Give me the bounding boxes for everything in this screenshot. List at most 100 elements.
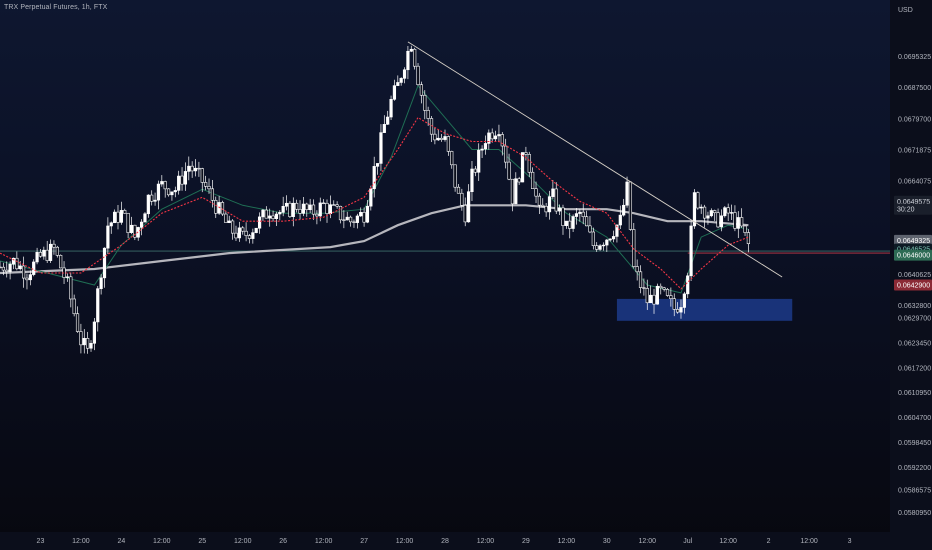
candle-body[interactable]: [446, 136, 450, 152]
candle-body[interactable]: [38, 252, 43, 257]
candle-body[interactable]: [328, 204, 332, 214]
candle-body[interactable]: [197, 167, 201, 170]
candle-body[interactable]: [500, 134, 504, 147]
candle-body[interactable]: [578, 211, 582, 214]
candle-body[interactable]: [237, 227, 241, 239]
candle-body[interactable]: [574, 213, 579, 217]
candle-body[interactable]: [96, 288, 100, 323]
candle-body[interactable]: [635, 266, 639, 273]
candle-body[interactable]: [82, 338, 86, 346]
candle-body[interactable]: [11, 257, 16, 265]
candle-body[interactable]: [564, 220, 568, 226]
candle-body[interactable]: [743, 225, 747, 233]
candle-body[interactable]: [584, 216, 589, 227]
candle-body[interactable]: [524, 152, 528, 155]
candle-body[interactable]: [740, 217, 744, 227]
candle-body[interactable]: [32, 261, 36, 275]
candle-body[interactable]: [719, 215, 724, 228]
candle-body[interactable]: [652, 294, 656, 305]
candle-body[interactable]: [480, 148, 484, 151]
candle-body[interactable]: [541, 204, 545, 207]
candle-body[interactable]: [649, 294, 653, 304]
candle-body[interactable]: [655, 285, 659, 305]
candle-body[interactable]: [15, 257, 19, 270]
candle-body[interactable]: [143, 213, 147, 223]
candle-body[interactable]: [224, 213, 228, 223]
candle-body[interactable]: [244, 230, 248, 236]
candle-body[interactable]: [554, 188, 558, 212]
candle-body[interactable]: [119, 210, 123, 223]
candle-body[interactable]: [284, 202, 289, 207]
candle-body[interactable]: [271, 215, 275, 219]
candle-body[interactable]: [416, 65, 420, 85]
candle-body[interactable]: [669, 295, 673, 299]
candle-body[interactable]: [52, 243, 56, 248]
candle-body[interactable]: [200, 168, 204, 183]
candle-body[interactable]: [605, 239, 609, 246]
candle-body[interactable]: [581, 211, 585, 218]
candle-body[interactable]: [45, 249, 49, 261]
candle-body[interactable]: [638, 271, 643, 288]
candle-body[interactable]: [517, 178, 521, 183]
candle-body[interactable]: [89, 342, 93, 349]
candle-body[interactable]: [241, 227, 245, 232]
candle-body[interactable]: [561, 207, 565, 226]
candle-body[interactable]: [618, 214, 622, 226]
candle-body[interactable]: [665, 289, 670, 296]
candle-body[interactable]: [450, 151, 454, 166]
candle-body[interactable]: [460, 192, 464, 206]
candle-body[interactable]: [628, 181, 633, 230]
candle-body[interactable]: [180, 175, 184, 185]
candle-body[interactable]: [163, 181, 167, 190]
candle-body[interactable]: [726, 207, 730, 214]
candle-body[interactable]: [443, 136, 447, 140]
candle-body[interactable]: [608, 238, 612, 241]
candle-body[interactable]: [551, 188, 555, 197]
descending-trend-line[interactable]: [407, 41, 783, 278]
candle-body[interactable]: [315, 213, 319, 217]
candle-body[interactable]: [116, 211, 120, 223]
candle-body[interactable]: [0, 266, 2, 269]
candle-body[interactable]: [382, 124, 386, 133]
candle-body[interactable]: [423, 94, 427, 111]
candle-body[interactable]: [537, 195, 541, 206]
candle-body[interactable]: [372, 166, 376, 190]
candle-body[interactable]: [531, 171, 535, 189]
candle-body[interactable]: [365, 205, 370, 223]
candle-body[interactable]: [187, 165, 191, 172]
candle-body[interactable]: [466, 191, 471, 223]
candle-body[interactable]: [170, 191, 174, 196]
candle-body[interactable]: [497, 134, 501, 137]
candle-body[interactable]: [510, 178, 515, 205]
candle-body[interactable]: [311, 204, 316, 215]
candle-body[interactable]: [362, 212, 366, 223]
candle-body[interactable]: [672, 298, 676, 310]
candle-body[interactable]: [65, 276, 70, 278]
candle-body[interactable]: [591, 231, 595, 246]
candle-body[interactable]: [440, 137, 444, 140]
candle-body[interactable]: [736, 217, 740, 229]
candle-body[interactable]: [338, 205, 343, 221]
candle-body[interactable]: [396, 82, 400, 86]
candle-body[interactable]: [234, 232, 238, 239]
candle-body[interactable]: [453, 164, 457, 188]
candle-body[interactable]: [92, 321, 96, 344]
candle-body[interactable]: [598, 245, 602, 250]
candle-body[interactable]: [106, 225, 110, 249]
candle-body[interactable]: [25, 277, 29, 281]
candle-body[interactable]: [679, 307, 683, 313]
candle-body[interactable]: [254, 227, 258, 233]
candle-body[interactable]: [335, 204, 339, 207]
candle-body[interactable]: [470, 168, 474, 192]
candle-body[interactable]: [231, 220, 235, 234]
candle-body[interactable]: [183, 171, 188, 185]
candle-body[interactable]: [682, 293, 686, 308]
candle-body[interactable]: [642, 287, 646, 289]
candle-body[interactable]: [588, 225, 592, 233]
candle-body[interactable]: [156, 183, 161, 201]
candle-body[interactable]: [733, 212, 737, 229]
candle-body[interactable]: [59, 255, 63, 269]
candle-body[interactable]: [558, 207, 562, 212]
candle-body[interactable]: [406, 50, 410, 71]
candle-body[interactable]: [126, 212, 130, 233]
